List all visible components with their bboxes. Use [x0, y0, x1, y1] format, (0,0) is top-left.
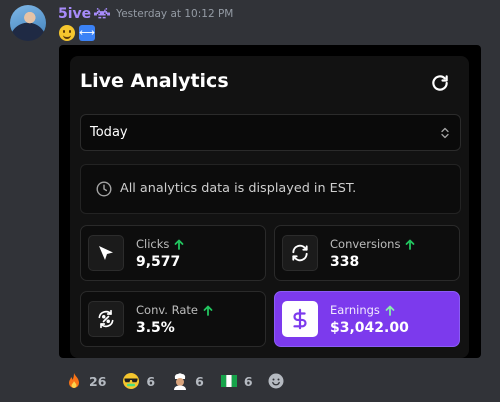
reaction-count: 6 — [195, 373, 204, 389]
stat-icon-box — [88, 235, 124, 271]
percent-cycle-icon — [98, 309, 114, 329]
clock-icon — [96, 181, 112, 197]
chevron-up-down-icon — [441, 127, 449, 139]
dollar-icon — [293, 308, 307, 330]
stat-label: Earnings — [330, 303, 395, 317]
username[interactable]: 5ive — [58, 6, 91, 22]
space-invader-icon — [94, 8, 111, 19]
stat-card-conversions: Conversions 338 — [274, 225, 460, 281]
sync-icon — [292, 244, 308, 262]
reaction-fire[interactable]: 26 — [59, 368, 112, 394]
stat-value: 9,577 — [136, 254, 181, 270]
add-reaction-icon — [268, 373, 284, 389]
stat-label-text: Earnings — [330, 303, 380, 317]
trend-up-icon — [406, 239, 415, 250]
stat-value: 3.5% — [136, 320, 175, 336]
stat-icon-box — [282, 235, 318, 271]
stat-card-clicks: Clicks 9,577 — [80, 225, 266, 281]
period-select[interactable]: Today — [80, 114, 461, 151]
stat-icon-box — [88, 301, 124, 337]
trend-up-icon — [203, 305, 213, 316]
info-text: All analytics data is displayed in EST. — [120, 181, 357, 196]
nigeria-flag-icon — [220, 375, 237, 387]
timezone-info-box: All analytics data is displayed in EST. — [80, 164, 461, 214]
chef-icon — [174, 373, 187, 390]
add-reaction-button[interactable] — [263, 368, 289, 394]
reaction-count: 6 — [243, 373, 253, 389]
analytics-embed: Live Analytics Today All analytics data … — [59, 45, 481, 358]
cursor-icon — [99, 246, 113, 260]
stat-card-earnings: Earnings $3,042.00 — [274, 291, 460, 347]
stat-value: $3,042.00 — [330, 320, 409, 336]
period-select-value: Today — [90, 125, 128, 140]
reaction-count: 26 — [89, 373, 107, 389]
stat-label: Conv. Rate — [136, 303, 213, 317]
card-title: Live Analytics — [80, 70, 229, 92]
stat-card-conv-rate: Conv. Rate 3.5% — [80, 291, 266, 347]
stat-label-text: Conversions — [330, 237, 401, 251]
avatar[interactable] — [10, 5, 46, 41]
message-header: 5ive Yesterday at 10:12 PM — [58, 4, 233, 24]
analytics-card: Live Analytics Today All analytics data … — [70, 56, 469, 358]
message-timestamp: Yesterday at 10:12 PM — [116, 8, 234, 20]
smiling-face-icon — [59, 25, 75, 41]
fire-icon — [69, 373, 79, 388]
message-content: ⟷ — [59, 25, 95, 41]
reaction-count: 6 — [146, 373, 156, 389]
stat-label: Clicks — [136, 237, 184, 251]
reaction-nigeria-flag[interactable]: 6 — [214, 368, 259, 394]
left-right-arrow-icon: ⟷ — [79, 25, 95, 41]
stat-label: Conversions — [330, 237, 415, 251]
trend-up-icon — [175, 239, 184, 250]
sunglasses-money-face-icon — [123, 373, 140, 389]
stat-value: 338 — [330, 254, 360, 270]
reaction-money-face[interactable]: 6 — [116, 368, 161, 394]
refresh-icon[interactable] — [430, 73, 450, 93]
stat-label-text: Conv. Rate — [136, 303, 198, 317]
reactions-bar: 26 6 6 6 — [59, 368, 289, 394]
stat-icon-box — [282, 301, 318, 337]
stat-label-text: Clicks — [136, 237, 170, 251]
trend-up-icon — [385, 305, 395, 316]
reaction-chef[interactable]: 6 — [165, 368, 210, 394]
